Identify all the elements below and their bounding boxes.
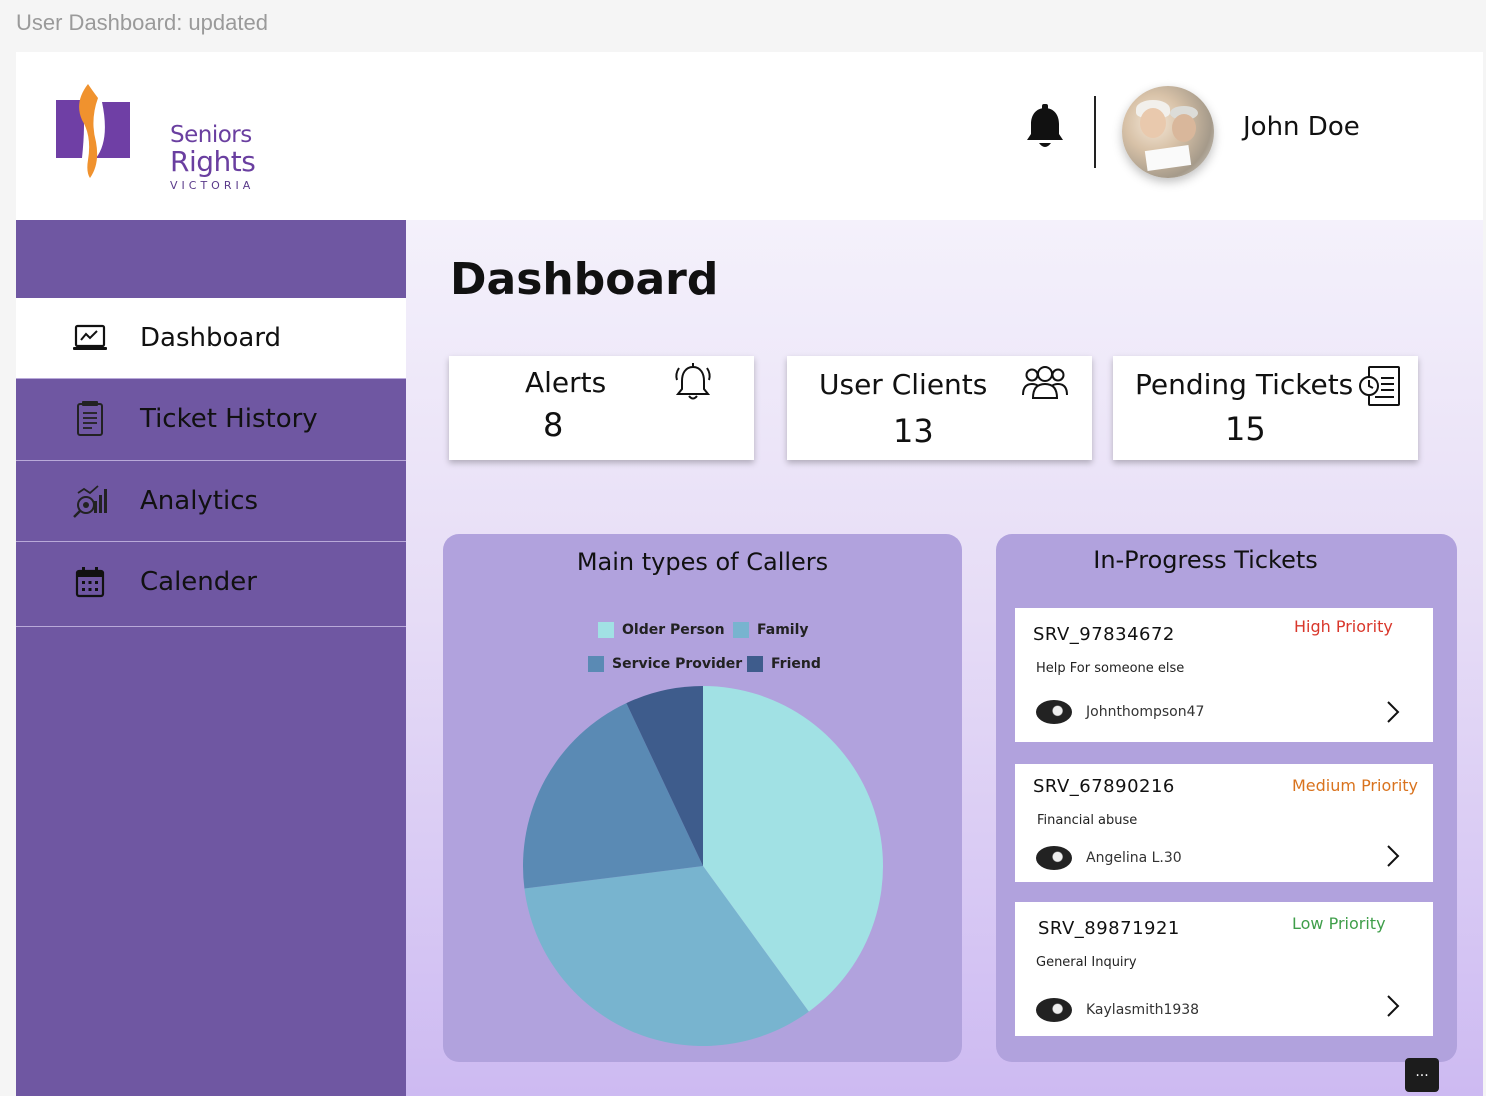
sidebar-item-label: Analytics	[140, 486, 259, 516]
ticket-card[interactable]: SRV_97834672 High Priority Help For some…	[1015, 608, 1433, 742]
ticket-description: Financial abuse	[1037, 813, 1138, 828]
legend-label: Friend	[771, 656, 821, 672]
header: Seniors Rights VICTORIA John Doe	[16, 52, 1483, 220]
chevron-right-icon[interactable]	[1385, 700, 1401, 724]
ticket-description: General Inquiry	[1036, 955, 1137, 970]
user-name[interactable]: John Doe	[1243, 112, 1360, 142]
legend-swatch	[733, 622, 749, 638]
legend-swatch	[747, 656, 763, 672]
page-title: Dashboard	[450, 254, 719, 305]
chevron-right-icon[interactable]	[1385, 994, 1401, 1018]
stat-value: 13	[893, 412, 934, 450]
stat-label: Pending Tickets	[1135, 368, 1354, 401]
header-divider	[1094, 96, 1096, 168]
sidebar-item-label: Dashboard	[140, 323, 282, 353]
logo-line-1: Seniors	[170, 122, 252, 148]
sidebar-item-dashboard[interactable]: Dashboard	[16, 298, 406, 378]
alarm-bell-icon	[675, 363, 711, 400]
panel-title: In-Progress Tickets	[1093, 546, 1318, 574]
ticket-card[interactable]: SRV_67890216 Medium Priority Financial a…	[1015, 764, 1433, 882]
analytics-icon	[73, 485, 107, 518]
legend-label: Family	[757, 622, 809, 638]
sidebar-item-analytics[interactable]: Analytics	[16, 461, 406, 541]
user-avatar[interactable]	[1122, 86, 1214, 178]
legend-label: Older Person	[622, 622, 725, 638]
sidebar-item-label: Calender	[140, 567, 257, 597]
ticket-priority: High Priority	[1294, 617, 1393, 636]
callers-pie-chart	[523, 686, 883, 1046]
logo[interactable]: Seniors Rights VICTORIA	[52, 80, 256, 191]
logo-text: Seniors Rights VICTORIA	[170, 122, 256, 192]
panel-title: Main types of Callers	[576, 548, 829, 576]
sidebar: Dashboard Ticket History Analytics Calen…	[16, 220, 406, 1096]
sidebar-item-label: Ticket History	[140, 404, 318, 434]
legend-swatch	[598, 622, 614, 638]
logo-mark-icon	[56, 84, 130, 178]
chevron-right-icon[interactable]	[1385, 844, 1401, 868]
stat-value: 8	[543, 406, 564, 444]
frame-label: User Dashboard: updated	[16, 10, 268, 35]
users-group-icon	[1022, 366, 1068, 399]
legend-item: Family	[733, 622, 809, 638]
user-avatar	[1036, 846, 1072, 870]
clock-document-icon	[1359, 366, 1400, 406]
calendar-icon	[75, 567, 105, 598]
logo-line-3: VICTORIA	[170, 179, 255, 192]
legend-swatch	[588, 656, 604, 672]
stat-label: Alerts	[525, 366, 607, 399]
tickets-panel: In-Progress Tickets SRV_97834672 High Pr…	[996, 534, 1457, 1062]
ticket-id: SRV_89871921	[1038, 918, 1180, 939]
ticket-user: Angelina L.30	[1086, 850, 1182, 866]
user-avatar	[1036, 998, 1072, 1022]
user-avatar	[1036, 700, 1072, 724]
legend-item: Service Provider	[588, 656, 742, 672]
document-list-icon	[77, 401, 103, 436]
ticket-id: SRV_67890216	[1033, 776, 1175, 797]
ticket-priority: Medium Priority	[1292, 776, 1419, 795]
ticket-description: Help For someone else	[1036, 661, 1185, 676]
monitor-chart-icon	[73, 324, 107, 350]
main-content: Dashboard Alerts 8 User Clients 13 Pendi…	[406, 220, 1483, 1096]
ticket-id: SRV_97834672	[1033, 624, 1175, 645]
app-window: Seniors Rights VICTORIA John Doe Dashboa…	[16, 52, 1483, 1096]
ticket-user: Kaylasmith1938	[1086, 1002, 1200, 1018]
ticket-priority: Low Priority	[1292, 914, 1386, 933]
legend-label: Service Provider	[612, 656, 743, 672]
stat-label: User Clients	[819, 368, 988, 401]
sidebar-divider	[16, 626, 406, 627]
stat-value: 15	[1225, 410, 1266, 448]
ticket-user: Johnthompson47	[1086, 704, 1205, 720]
chat-button[interactable]: ...	[1405, 1058, 1439, 1092]
stat-card-alerts[interactable]: Alerts 8	[449, 356, 754, 460]
callers-panel: Main types of Callers Older Person Family…	[443, 534, 962, 1062]
sidebar-item-ticket-history[interactable]: Ticket History	[16, 379, 406, 459]
sidebar-item-calender[interactable]: Calender	[16, 542, 406, 622]
ticket-card[interactable]: SRV_89871921 Low Priority General Inquir…	[1015, 902, 1433, 1036]
bell-icon[interactable]	[1024, 104, 1066, 152]
logo-line-2: Rights	[170, 145, 256, 178]
legend-item: Friend	[747, 656, 821, 672]
stat-card-user-clients[interactable]: User Clients 13	[787, 356, 1092, 460]
stat-card-pending-tickets[interactable]: Pending Tickets 15	[1113, 356, 1418, 460]
legend-item: Older Person	[598, 622, 725, 638]
